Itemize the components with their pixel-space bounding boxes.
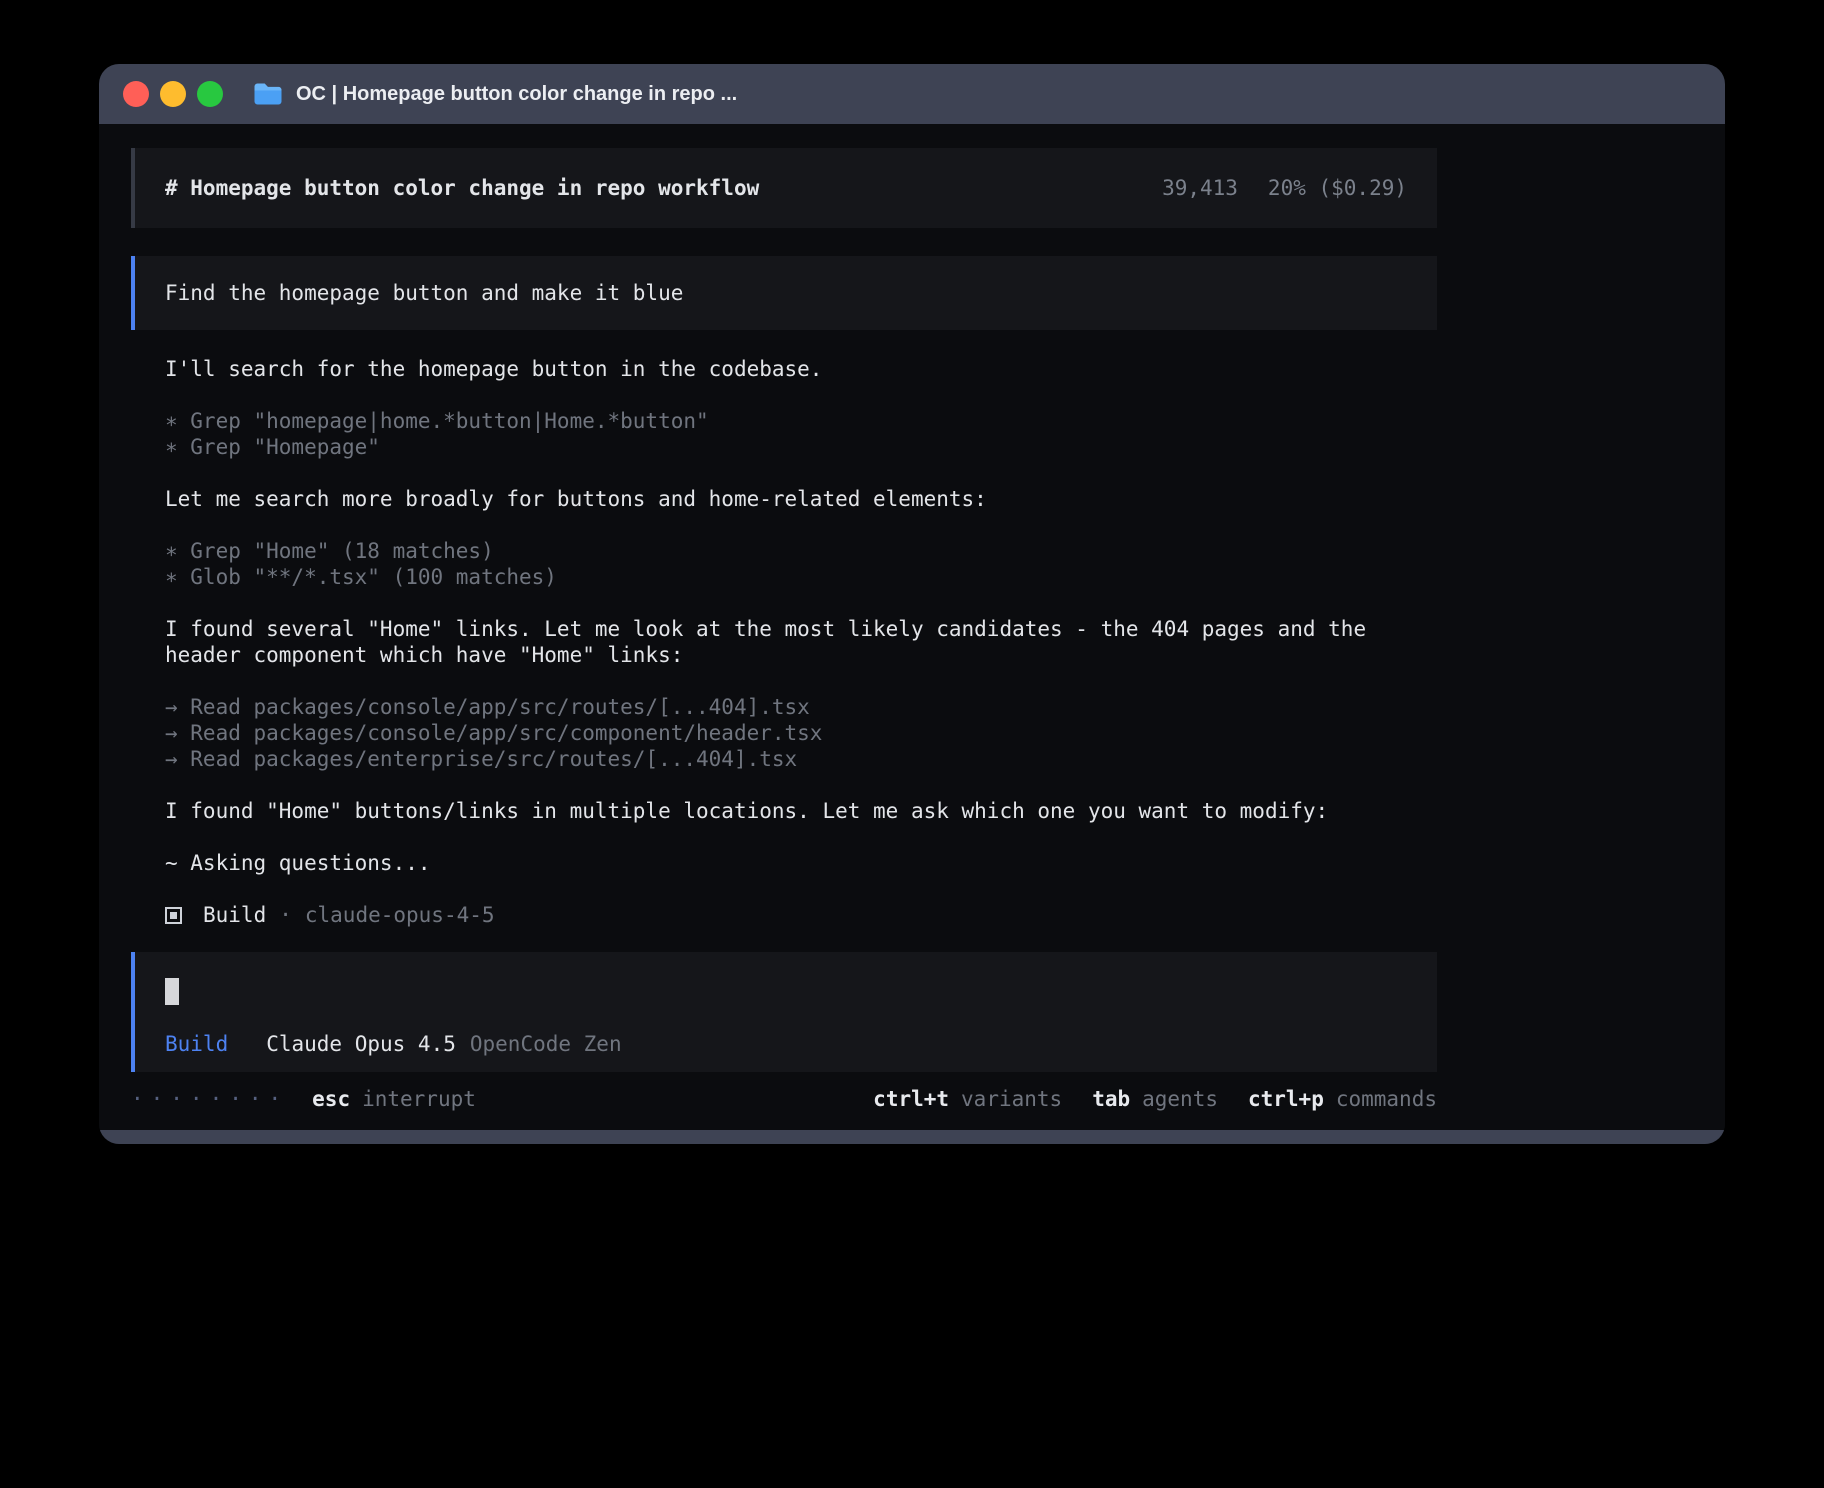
close-button[interactable] (123, 81, 149, 107)
tool-call-glob: ∗ Glob "**/*.tsx" (100 matches) (165, 564, 1437, 590)
provider-name: OpenCode Zen (470, 1031, 622, 1057)
tool-call-grep: ∗ Grep "Home" (18 matches) (165, 538, 1437, 564)
esc-action-label: interrupt (362, 1086, 476, 1112)
user-message-text: Find the homepage button and make it blu… (165, 281, 683, 305)
zoom-button[interactable] (197, 81, 223, 107)
agent-model-name: claude-opus-4-5 (305, 903, 495, 927)
status-bar: ········ esc interrupt ctrl+t variants t… (131, 1086, 1437, 1112)
tool-call-read: → Read packages/console/app/src/routes/[… (165, 694, 1437, 720)
ctrl-p-key-hint: ctrl+p (1248, 1086, 1324, 1112)
terminal-window: OC | Homepage button color change in rep… (99, 64, 1725, 1144)
agent-separator: · (279, 903, 292, 927)
tab-key-hint: tab (1092, 1086, 1130, 1112)
session-title: # Homepage button color change in repo w… (165, 176, 759, 200)
tool-call-group: ∗ Grep "Home" (18 matches) ∗ Glob "**/*.… (165, 538, 1437, 590)
assistant-status: ~ Asking questions... (165, 850, 1437, 876)
session-header: # Homepage button color change in repo w… (131, 148, 1437, 228)
commands-shortcut: ctrl+p commands (1248, 1086, 1437, 1112)
assistant-paragraph: I found "Home" buttons/links in multiple… (165, 798, 1437, 824)
assistant-transcript: I'll search for the homepage button in t… (165, 356, 1437, 928)
mode-indicator[interactable]: Build (165, 1031, 228, 1057)
window-title: OC | Homepage button color change in rep… (296, 83, 737, 106)
variants-shortcut: ctrl+t variants (873, 1086, 1062, 1112)
tool-call-read: → Read packages/enterprise/src/routes/[.… (165, 746, 1437, 772)
asking-questions-status: ~ Asking questions... (165, 850, 1437, 876)
agent-status-row: Build · claude-opus-4-5 (165, 902, 1437, 928)
assistant-paragraph-line: I found several "Home" links. Let me loo… (165, 616, 1437, 668)
user-message: Find the homepage button and make it blu… (131, 256, 1437, 330)
ctrl-t-key-hint: ctrl+t (873, 1086, 949, 1112)
window-titlebar[interactable]: OC | Homepage button color change in rep… (99, 64, 1725, 124)
agents-shortcut: tab agents (1092, 1086, 1218, 1112)
esc-key-hint: esc (312, 1086, 350, 1112)
commands-label: commands (1336, 1086, 1437, 1112)
agent-icon (165, 907, 182, 924)
tool-call-group: ∗ Grep "homepage|home.*button|Home.*butt… (165, 408, 1437, 460)
model-name[interactable]: Claude Opus 4.5 (266, 1031, 456, 1057)
session-stats: 39,413 20% ($0.29) (1162, 176, 1407, 200)
spinner-dots: ········ (131, 1086, 288, 1112)
terminal-content: # Homepage button color change in repo w… (99, 124, 1725, 1130)
input-mode-row: Build Claude Opus 4.5 OpenCode Zen (165, 1031, 1407, 1057)
token-count: 39,413 (1162, 176, 1238, 200)
window-title-group: OC | Homepage button color change in rep… (253, 82, 737, 106)
minimize-button[interactable] (160, 81, 186, 107)
tool-call-read: → Read packages/console/app/src/componen… (165, 720, 1437, 746)
assistant-paragraph-line: Let me search more broadly for buttons a… (165, 486, 1437, 512)
assistant-paragraph: Let me search more broadly for buttons a… (165, 486, 1437, 512)
tool-call-group: → Read packages/console/app/src/routes/[… (165, 694, 1437, 772)
variants-label: variants (961, 1086, 1062, 1112)
assistant-paragraph: I found several "Home" links. Let me loo… (165, 616, 1437, 668)
agents-label: agents (1142, 1086, 1218, 1112)
folder-icon (253, 82, 283, 106)
window-bottom-edge (99, 1130, 1725, 1144)
traffic-lights (123, 81, 223, 107)
text-cursor (165, 978, 179, 1005)
tool-call-grep: ∗ Grep "homepage|home.*button|Home.*butt… (165, 408, 1437, 434)
prompt-input[interactable]: Build Claude Opus 4.5 OpenCode Zen (131, 952, 1437, 1072)
assistant-paragraph: I'll search for the homepage button in t… (165, 356, 1437, 382)
interrupt-shortcut: esc interrupt (312, 1086, 476, 1112)
status-bar-right: ctrl+t variants tab agents ctrl+p comman… (873, 1086, 1437, 1112)
agent-mode-name: Build (203, 903, 266, 927)
assistant-paragraph-line: I'll search for the homepage button in t… (165, 356, 1437, 382)
assistant-paragraph-line: I found "Home" buttons/links in multiple… (165, 798, 1437, 824)
context-usage: 20% ($0.29) (1268, 176, 1407, 200)
tool-call-grep: ∗ Grep "Homepage" (165, 434, 1437, 460)
status-bar-left: ········ esc interrupt (131, 1086, 476, 1112)
